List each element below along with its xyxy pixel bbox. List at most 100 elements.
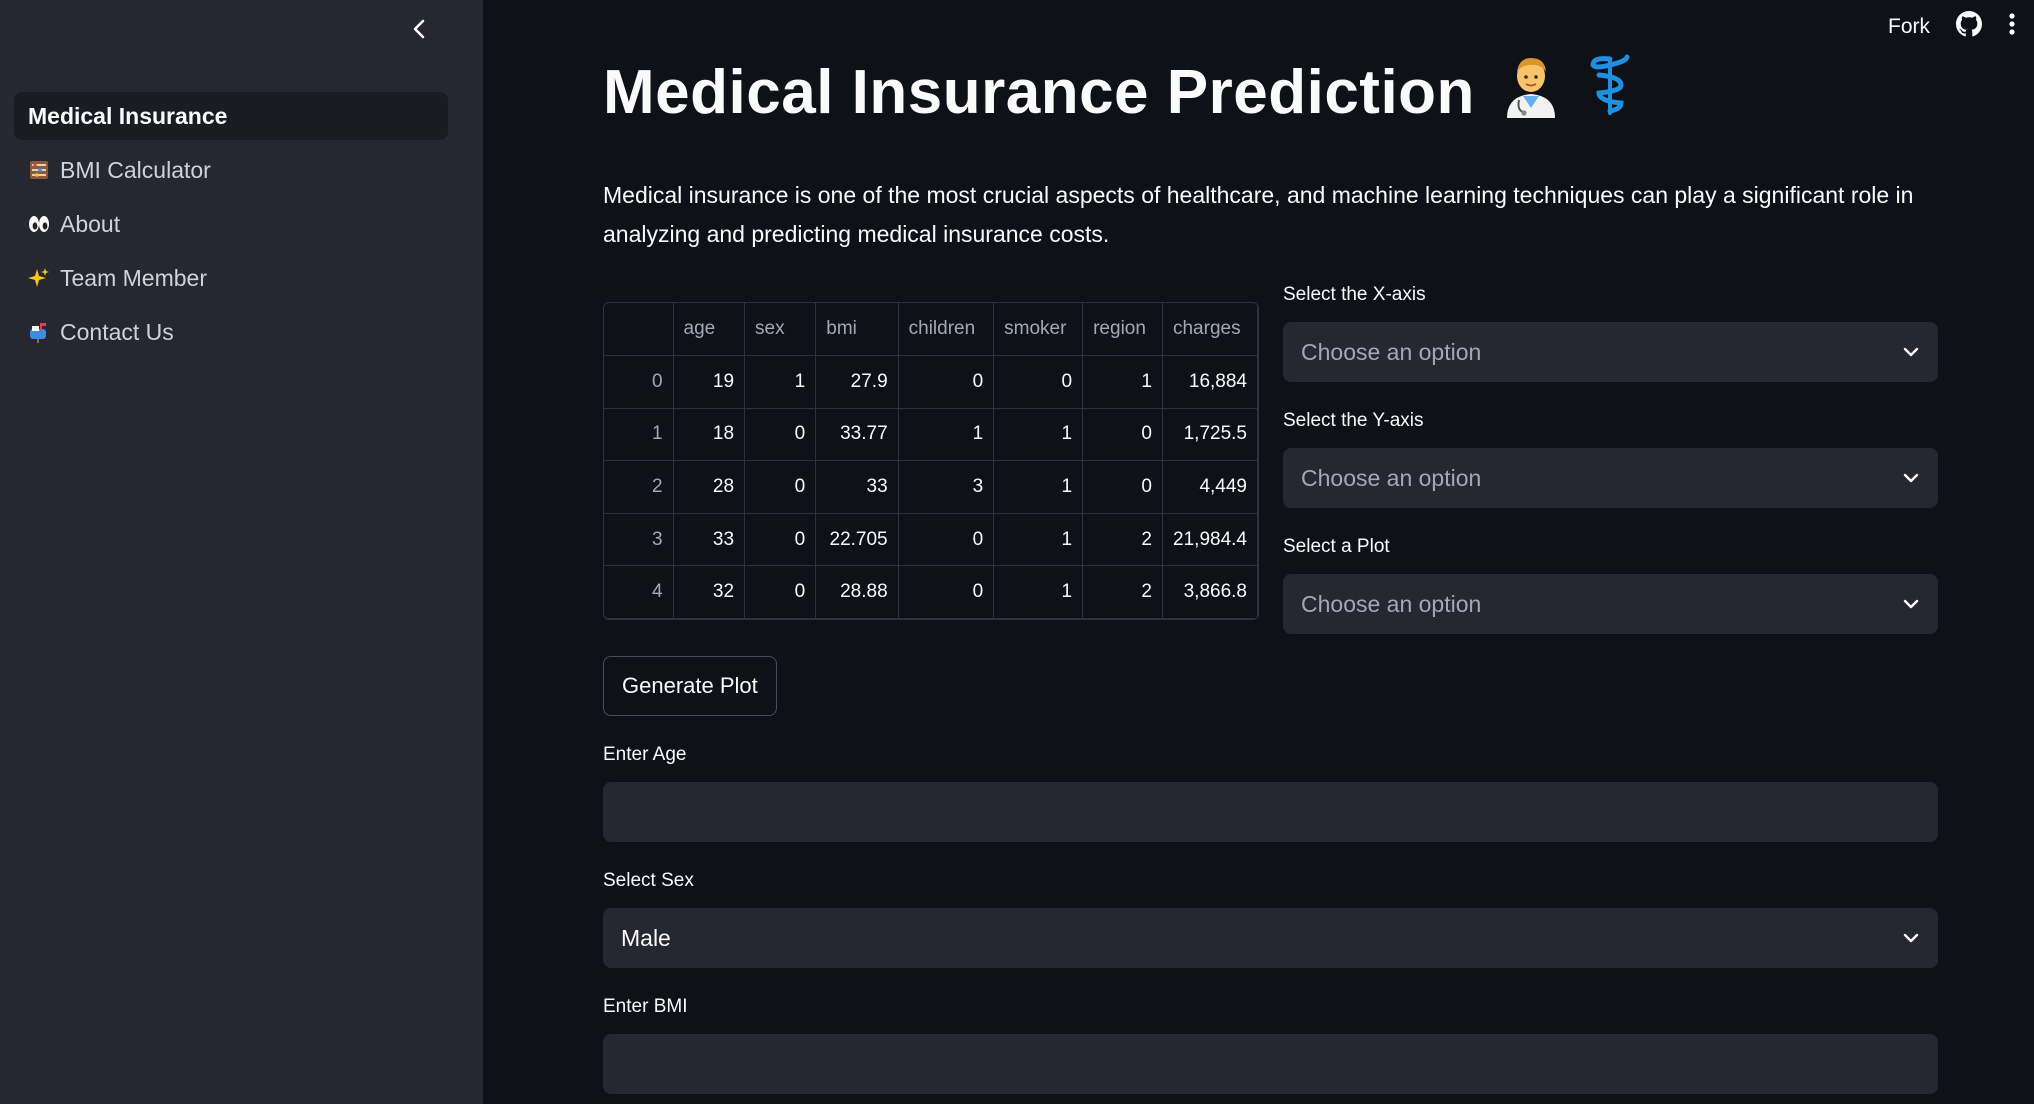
sidebar-item-bmi-calculator[interactable]: BMI Calculator	[14, 146, 448, 194]
chevron-left-icon	[413, 19, 425, 39]
table-cell: 2	[604, 460, 674, 514]
table-cell: 0	[898, 355, 995, 409]
sex-select-value: Male	[621, 924, 671, 951]
plot-type-select-value: Choose an option	[1301, 590, 1482, 617]
data-table[interactable]: age sex bmi children smoker region charg…	[603, 302, 1259, 620]
page-title-text: Medical Insurance Prediction	[603, 58, 1475, 127]
sparkles-icon	[28, 267, 50, 289]
table-cell: 2	[1082, 513, 1163, 567]
table-cell: 32	[673, 565, 746, 619]
table-cell: 21,984.4	[1162, 513, 1258, 567]
table-cell: 1	[993, 513, 1084, 567]
chevron-down-icon	[1903, 347, 1919, 357]
table-cell: 28	[673, 460, 746, 514]
table-header-index[interactable]	[604, 303, 674, 357]
table-cell: 1,725.5	[1162, 408, 1258, 462]
table-cell: 33.77	[815, 408, 899, 462]
sidebar-nav: Medical Insurance BMI Calculator About T…	[14, 92, 448, 362]
sidebar-item-contact-us[interactable]: Contact Us	[14, 308, 448, 356]
github-icon[interactable]	[1956, 11, 1982, 43]
table-row: 0 19 1 27.9 0 0 1 16,884	[604, 355, 1258, 409]
collapse-sidebar-button[interactable]	[400, 12, 440, 46]
sidebar-item-label: Medical Insurance	[28, 102, 228, 129]
table-cell: 0	[744, 460, 817, 514]
sidebar-item-label: About	[60, 210, 121, 237]
table-cell: 0	[898, 565, 995, 619]
table-cell: 1	[898, 408, 995, 462]
table-cell: 1	[604, 408, 674, 462]
table-cell: 1	[993, 408, 1084, 462]
age-input[interactable]	[603, 782, 1938, 842]
table-cell: 3	[604, 513, 674, 567]
age-label: Enter Age	[603, 744, 687, 765]
sidebar-item-medical-insurance[interactable]: Medical Insurance	[14, 92, 448, 140]
table-cell: 18	[673, 408, 746, 462]
plot-type-select[interactable]: Choose an option	[1283, 574, 1938, 634]
mailbox-icon	[28, 321, 50, 343]
x-axis-select-value: Choose an option	[1301, 338, 1482, 365]
sex-field-group: Select Sex Male	[603, 870, 1938, 996]
table-header-charges[interactable]: charges	[1162, 303, 1258, 357]
table-row: 1 18 0 33.77 1 1 0 1,725.5	[604, 408, 1258, 462]
table-header-children[interactable]: children	[898, 303, 995, 357]
y-axis-select-value: Choose an option	[1301, 464, 1482, 491]
table-row: 2 28 0 33 3 1 0 4,449	[604, 460, 1258, 514]
table-row: 4 32 0 28.88 0 1 2 3,866.8	[604, 565, 1258, 619]
sidebar-item-label: BMI Calculator	[60, 156, 211, 183]
sidebar-item-label: Contact Us	[60, 318, 174, 345]
sidebar: Medical Insurance BMI Calculator About T…	[0, 0, 483, 1104]
table-cell: 1	[993, 565, 1084, 619]
table-header-row: age sex bmi children smoker region charg…	[604, 303, 1258, 357]
y-axis-label: Select the Y-axis	[1283, 410, 1424, 431]
table-cell: 0	[898, 513, 995, 567]
table-header-sex[interactable]: sex	[744, 303, 817, 357]
x-axis-select[interactable]: Choose an option	[1283, 322, 1938, 382]
table-row: 3 33 0 22.705 0 1 2 21,984.4	[604, 513, 1258, 567]
fork-button[interactable]: Fork	[1888, 15, 1930, 39]
table-cell: 0	[744, 513, 817, 567]
bmi-input[interactable]	[603, 1034, 1938, 1094]
table-header-age[interactable]: age	[673, 303, 746, 357]
table-cell: 0	[744, 408, 817, 462]
table-cell: 1	[744, 355, 817, 409]
table-cell: 1	[993, 460, 1084, 514]
sex-select[interactable]: Male	[603, 908, 1938, 968]
doctor-icon	[1501, 52, 1561, 133]
table-header-bmi[interactable]: bmi	[815, 303, 899, 357]
table-cell: 27.9	[815, 355, 899, 409]
table-cell: 2	[1082, 565, 1163, 619]
sex-label: Select Sex	[603, 870, 694, 891]
age-field-group: Enter Age	[603, 744, 1938, 842]
chevron-down-icon	[1903, 933, 1919, 943]
abacus-icon	[28, 159, 50, 181]
bmi-field-group: Enter BMI	[603, 996, 1938, 1094]
generate-plot-button[interactable]: Generate Plot	[603, 656, 777, 716]
sidebar-item-about[interactable]: About	[14, 200, 448, 248]
table-cell: 33	[815, 460, 899, 514]
more-menu-icon[interactable]	[2008, 12, 2016, 42]
table-header-smoker[interactable]: smoker	[993, 303, 1084, 357]
table-cell: 4	[604, 565, 674, 619]
table-cell: 0	[1082, 408, 1163, 462]
eyes-icon	[28, 213, 50, 235]
plot-options: Select the X-axis Choose an option Selec…	[1283, 284, 1938, 662]
table-cell: 16,884	[1162, 355, 1258, 409]
x-axis-label: Select the X-axis	[1283, 284, 1426, 305]
y-axis-select[interactable]: Choose an option	[1283, 448, 1938, 508]
chevron-down-icon	[1903, 599, 1919, 609]
table-header-region[interactable]: region	[1082, 303, 1163, 357]
page-title: Medical Insurance Prediction	[603, 52, 1633, 133]
table-cell: 0	[604, 355, 674, 409]
chevron-down-icon	[1903, 473, 1919, 483]
sidebar-item-team-member[interactable]: Team Member	[14, 254, 448, 302]
table-cell: 4,449	[1162, 460, 1258, 514]
page-description: Medical insurance is one of the most cru…	[603, 182, 1914, 247]
table-cell: 3	[898, 460, 995, 514]
table-cell: 22.705	[815, 513, 899, 567]
table-cell: 33	[673, 513, 746, 567]
table-cell: 0	[744, 565, 817, 619]
table-cell: 0	[1082, 460, 1163, 514]
plot-type-label: Select a Plot	[1283, 536, 1390, 557]
bmi-label: Enter BMI	[603, 996, 688, 1017]
table-cell: 0	[993, 355, 1084, 409]
